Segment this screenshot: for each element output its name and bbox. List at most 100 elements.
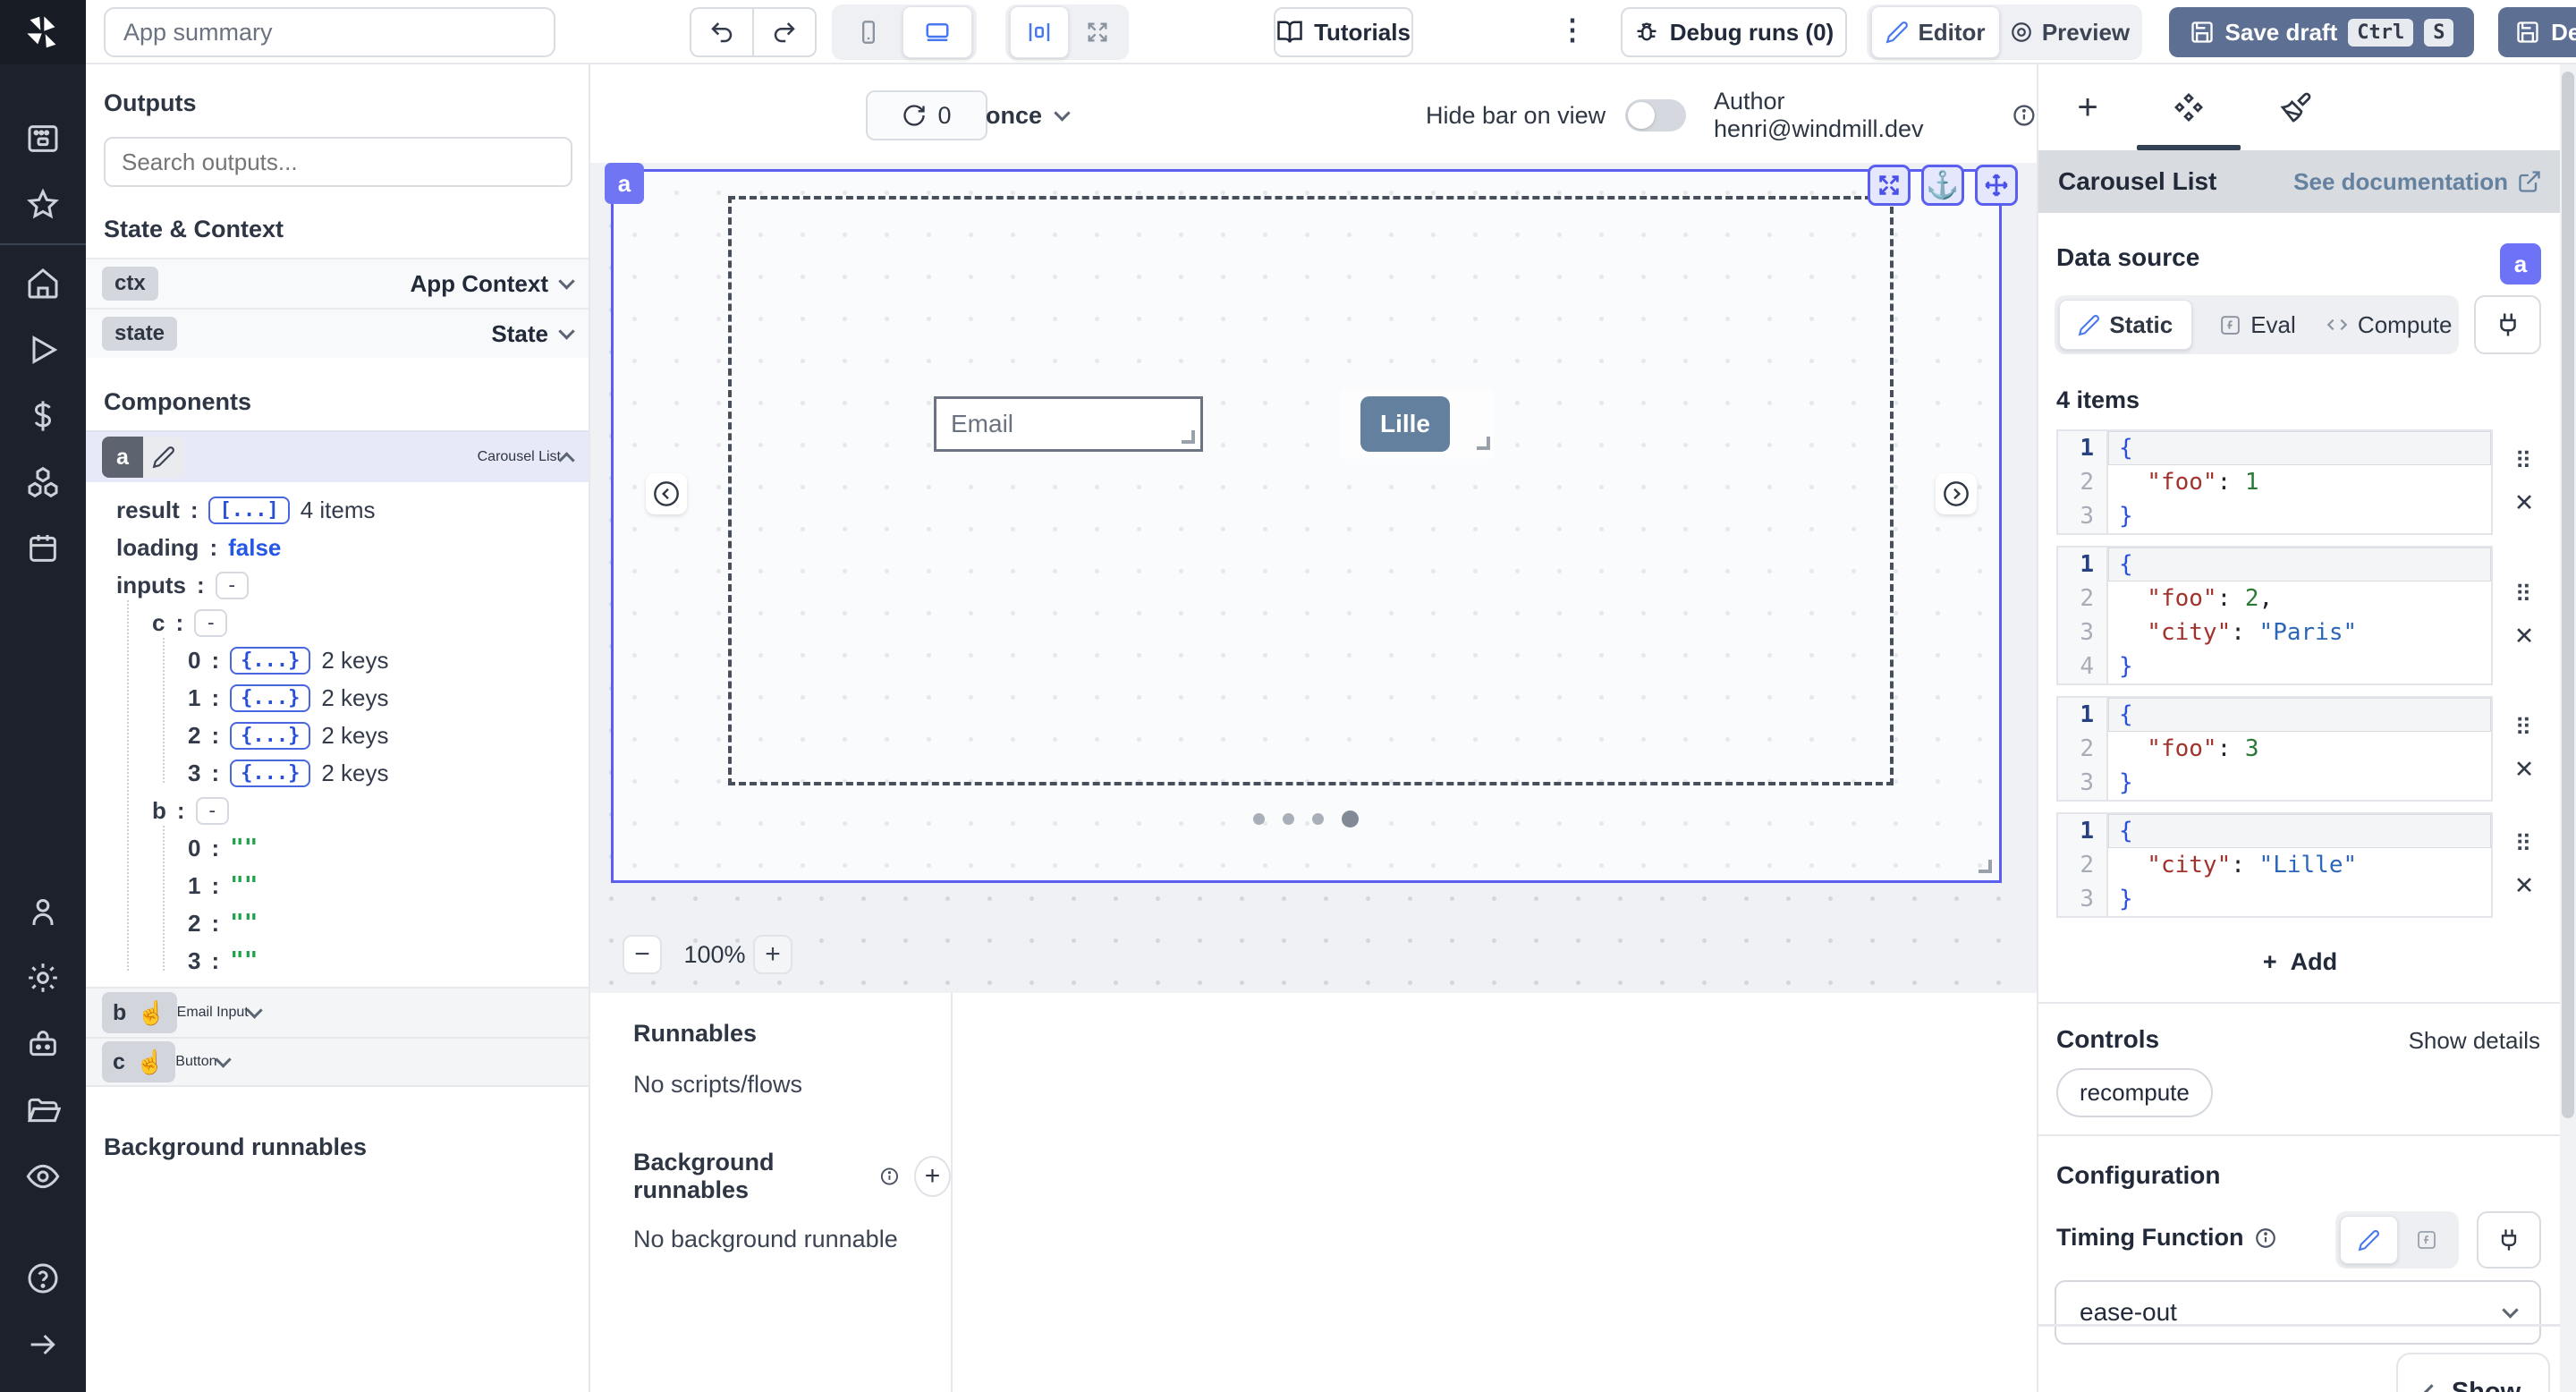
mode-eval-button[interactable]: Eval — [2192, 300, 2324, 350]
tree-toggle-badge[interactable]: [...] — [208, 497, 289, 524]
scrollbar-thumb[interactable] — [2562, 72, 2574, 1118]
frequency-dropdown[interactable]: once — [986, 90, 1068, 140]
json-editor[interactable]: 1{2 "foo": 2,3 "city": "Paris"4} — [2056, 546, 2493, 685]
desktop-view-button[interactable] — [902, 6, 972, 58]
mode-compute-button[interactable]: Compute — [2323, 300, 2454, 350]
carousel-container[interactable] — [728, 196, 1894, 785]
output-tree-row[interactable]: c:- — [86, 604, 589, 641]
email-input-component[interactable]: Email — [934, 396, 1203, 452]
info-icon[interactable] — [879, 1165, 900, 1188]
output-tree-row[interactable]: inputs:- — [86, 566, 589, 604]
timing-static-button[interactable] — [2340, 1216, 2398, 1264]
editor-tab[interactable]: Editor — [1871, 6, 2000, 58]
variables-dollar-icon[interactable] — [0, 383, 86, 449]
mobile-view-button[interactable] — [836, 9, 901, 55]
collapse-rail-arrow-icon[interactable] — [0, 1311, 86, 1378]
component-row-button[interactable]: c☝ Button — [86, 1037, 589, 1087]
tree-toggle-badge[interactable]: - — [196, 797, 229, 825]
json-editor[interactable]: 1{2 "city": "Lille"3} — [2056, 812, 2493, 918]
info-icon[interactable] — [2012, 103, 2037, 128]
tree-toggle-badge[interactable]: {...} — [230, 647, 310, 675]
expand-component-button[interactable] — [1868, 165, 1911, 206]
drag-handle-icon[interactable]: ⠿ — [2514, 581, 2533, 608]
carousel-dot[interactable] — [1253, 813, 1265, 825]
app-canvas[interactable]: a ⚓ Email Lille − 100 — [590, 163, 2037, 993]
carousel-dot-active[interactable] — [1342, 811, 1359, 828]
output-tree-row[interactable]: 0:{...}2 keys — [86, 641, 589, 679]
undo-button[interactable] — [690, 7, 753, 57]
mode-static-button[interactable]: Static — [2059, 300, 2192, 350]
right-panel-scrollbar[interactable] — [2560, 64, 2576, 1392]
timing-function-select[interactable]: ease-out — [2055, 1280, 2541, 1345]
styling-tab[interactable] — [2269, 82, 2323, 132]
tutorials-button[interactable]: Tutorials — [1274, 7, 1413, 57]
help-icon[interactable] — [0, 1245, 86, 1311]
home-icon[interactable] — [0, 250, 86, 317]
output-tree-row[interactable]: b:- — [86, 792, 589, 829]
schedules-calendar-icon[interactable] — [0, 515, 86, 581]
timing-plug-button[interactable] — [2477, 1211, 2541, 1269]
zoom-in-button[interactable]: + — [753, 935, 792, 974]
runs-play-icon[interactable] — [0, 317, 86, 383]
see-documentation-link[interactable]: See documentation — [2293, 168, 2542, 196]
tree-toggle-badge[interactable]: {...} — [230, 722, 310, 750]
carousel-prev-button[interactable] — [646, 473, 687, 514]
drag-handle-icon[interactable]: ⠿ — [2514, 714, 2533, 742]
carousel-next-button[interactable] — [1936, 473, 1977, 514]
apps-icon[interactable] — [0, 106, 86, 172]
fullwidth-layout-button[interactable] — [1071, 9, 1124, 55]
delete-item-icon[interactable]: ✕ — [2514, 756, 2535, 784]
settings-gear-icon[interactable] — [0, 945, 86, 1011]
hide-bar-toggle[interactable] — [1625, 99, 1686, 132]
info-icon[interactable] — [2254, 1226, 2277, 1250]
folders-icon[interactable] — [0, 1077, 86, 1143]
users-icon[interactable] — [0, 878, 86, 945]
ctx-row[interactable]: ctx App Context — [86, 258, 589, 308]
button-component[interactable]: Lille — [1360, 396, 1450, 452]
tree-toggle-badge[interactable]: - — [216, 572, 249, 599]
connect-plug-button[interactable] — [2474, 295, 2541, 354]
output-tree-row[interactable]: 3:{...}2 keys — [86, 754, 589, 792]
component-row-carousel[interactable]: a Carousel List — [86, 430, 589, 482]
output-tree-row[interactable]: 1:"" — [86, 867, 589, 904]
save-draft-button[interactable]: Save draft Ctrl S — [2169, 7, 2474, 57]
zoom-out-button[interactable]: − — [623, 935, 662, 974]
show-details-link[interactable]: Show details — [2409, 1027, 2540, 1055]
output-tree-row[interactable]: 0:"" — [86, 829, 589, 867]
timing-eval-button[interactable] — [2398, 1216, 2454, 1264]
selected-component-tag[interactable]: a — [605, 163, 644, 204]
output-tree-row[interactable]: 2:{...}2 keys — [86, 717, 589, 754]
windmill-logo[interactable] — [0, 0, 86, 64]
component-row-email[interactable]: b☝ Email Input — [86, 987, 589, 1037]
output-tree-row[interactable]: loading:false — [86, 529, 589, 566]
output-tree-row[interactable]: 3:"" — [86, 942, 589, 980]
add-item-button[interactable]: + Add — [2056, 948, 2544, 976]
rename-pencil-icon[interactable] — [143, 437, 184, 478]
carousel-dot[interactable] — [1283, 813, 1294, 825]
output-tree-row[interactable]: result:[...]4 items — [86, 491, 589, 529]
output-tree-row[interactable]: 1:{...}2 keys — [86, 679, 589, 717]
preview-tab[interactable]: Preview — [2002, 9, 2138, 55]
resources-cubes-icon[interactable] — [0, 449, 86, 515]
anchor-component-button[interactable]: ⚓ — [1921, 165, 1964, 206]
tree-toggle-badge[interactable]: {...} — [230, 760, 310, 787]
audit-eye-icon[interactable] — [0, 1143, 86, 1210]
favorites-star-icon[interactable] — [0, 172, 86, 238]
app-summary-input[interactable] — [104, 7, 555, 57]
delete-item-icon[interactable]: ✕ — [2514, 489, 2535, 517]
json-editor[interactable]: 1{2 "foo": 33} — [2056, 696, 2493, 802]
recompute-button[interactable]: recompute — [2056, 1068, 2213, 1117]
carousel-dot[interactable] — [1312, 813, 1324, 825]
delete-item-icon[interactable]: ✕ — [2514, 872, 2535, 900]
refresh-control[interactable]: 0 — [866, 90, 987, 140]
move-component-button[interactable] — [1975, 165, 2018, 206]
center-layout-button[interactable] — [1010, 6, 1069, 58]
tree-toggle-badge[interactable]: {...} — [230, 684, 310, 712]
output-tree-row[interactable]: 2:"" — [86, 904, 589, 942]
resize-handle[interactable] — [1477, 437, 1490, 450]
insert-component-tab[interactable]: + — [2061, 82, 2114, 132]
redo-button[interactable] — [753, 7, 817, 57]
resize-handle[interactable] — [1182, 430, 1195, 444]
styling-show-button[interactable]: Show — [2396, 1353, 2550, 1392]
resize-handle[interactable] — [1979, 860, 1992, 873]
